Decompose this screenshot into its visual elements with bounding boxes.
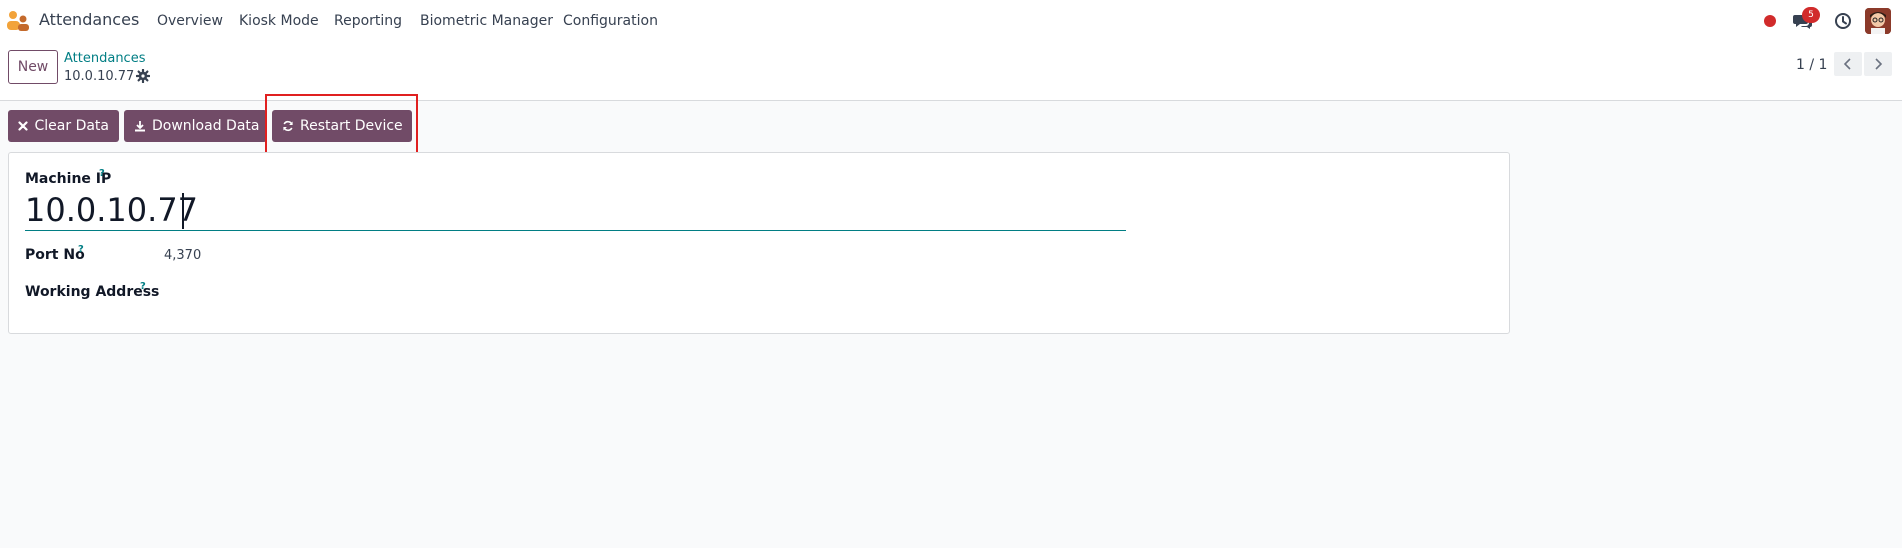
port-no-value[interactable]: 4,370 [164,248,201,263]
clock-icon[interactable] [1832,0,1854,42]
chevron-left-icon [1843,58,1851,70]
pager-next-button[interactable] [1864,52,1892,76]
chat-count-badge: 5 [1802,7,1820,23]
pager-previous-button[interactable] [1834,52,1862,76]
download-data-button[interactable]: Download Data [124,110,267,142]
new-button[interactable]: New [8,50,58,84]
port-no-help[interactable]: ? [78,244,84,255]
menu-overview[interactable]: Overview [157,13,223,29]
close-icon [18,119,29,133]
machine-ip-value[interactable]: 10.0.10.77 [25,189,198,231]
top-navbar: Attendances Overview Kiosk Mode Reportin… [0,0,1902,42]
pager-value[interactable]: 1 / 1 [1796,57,1827,73]
working-address-help[interactable]: ? [140,281,146,292]
control-panel: New Attendances 10.0.10.77 1 / 1 [0,42,1902,101]
highlight-box [265,94,418,158]
menu-reporting[interactable]: Reporting [334,13,402,29]
menu-kiosk-mode[interactable]: Kiosk Mode [239,13,319,29]
download-data-label: Download Data [152,118,260,134]
app-title[interactable]: Attendances [39,10,139,29]
clear-data-label: Clear Data [34,118,110,134]
user-avatar[interactable] [1864,0,1892,42]
form-sheet [8,152,1510,334]
gear-icon[interactable] [136,69,150,83]
attendances-app-icon[interactable] [6,10,30,32]
menu-configuration[interactable]: Configuration [563,13,658,29]
download-icon [134,119,146,133]
port-no-label: Port No [25,247,85,263]
chevron-right-icon [1875,58,1883,70]
menu-biometric-manager[interactable]: Biometric Manager [420,13,553,29]
breadcrumb-current: 10.0.10.77 [64,69,135,84]
text-cursor [182,193,184,229]
breadcrumb-parent-link[interactable]: Attendances [64,51,145,66]
machine-ip-help[interactable]: ? [99,168,105,179]
recording-dot-icon[interactable] [1762,0,1778,42]
clear-data-button[interactable]: Clear Data [8,110,119,142]
